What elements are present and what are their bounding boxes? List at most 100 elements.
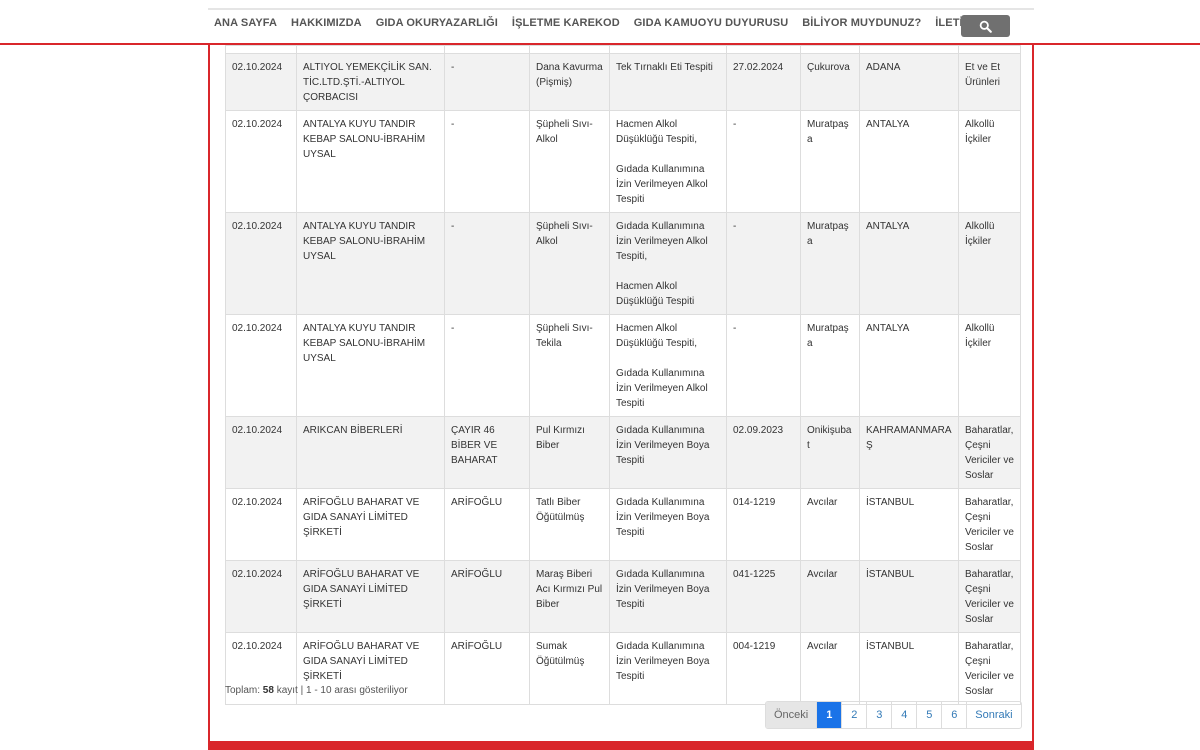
- page-6-button[interactable]: 6: [942, 702, 968, 728]
- cell-issue: Hacmen Alkol Düşüklüğü Tespiti, Gıdada Ku…: [609, 314, 727, 417]
- cell-date: 02.10.2024: [225, 560, 297, 633]
- cell-batch: -: [726, 212, 801, 315]
- pagination: Önceki 1 2 3 4 5 6 Sonraki: [765, 701, 1022, 729]
- cell-group: Et ve Et Ürünleri: [958, 53, 1021, 111]
- cell-brand: ARİFOĞLU: [444, 488, 530, 561]
- cell-group: Baharatlar, Çeşni Vericiler ve Soslar: [958, 560, 1021, 633]
- footer-accent-bar: [208, 741, 1034, 750]
- main-navigation: ANA SAYFA HAKKIMIZDA GIDA OKURYAZARLIĞI …: [208, 8, 1034, 43]
- cell-date: 02.10.2024: [225, 416, 297, 489]
- cell-date: 02.10.2024: [225, 212, 297, 315]
- cell-group: Baharatlar, Çeşni Vericiler ve Soslar: [958, 488, 1021, 561]
- cell-district: Muratpaşa: [800, 212, 860, 315]
- cell-city: ANTALYA: [859, 212, 959, 315]
- cell-brand: ÇAYIR 46 BİBER VE BAHARAT: [444, 416, 530, 489]
- cell-district: Onikişubat: [800, 416, 860, 489]
- cell-product: Tatlı Biber Öğütülmüş: [529, 488, 610, 561]
- table-row: 02.10.2024 ANTALYA KUYU TANDIR KEBAP SALO…: [225, 110, 1021, 213]
- page-2-button[interactable]: 2: [842, 702, 868, 728]
- next-page-button[interactable]: Sonraki: [967, 702, 1020, 728]
- cell-batch: 014-1219: [726, 488, 801, 561]
- table-cell: [800, 45, 860, 54]
- nav-item-hakkimizda[interactable]: HAKKIMIZDA: [291, 17, 362, 29]
- cell-product: Dana Kavurma (Pişmiş): [529, 53, 610, 111]
- cell-group: Alkollü İçkiler: [958, 212, 1021, 315]
- issue-text: Gıdada Kullanımına İzin Verilmeyen Boya …: [616, 425, 710, 466]
- prev-page-button[interactable]: Önceki: [766, 702, 818, 728]
- cell-date: 02.10.2024: [225, 110, 297, 213]
- issue-text: Hacmen Alkol Düşüklüğü Tespiti,: [616, 323, 697, 349]
- table-body: 02.10.2024 ALTIYOL YEMEKÇİLİK SAN. TİC.LT…: [225, 45, 1021, 705]
- cell-company: ALTIYOL YEMEKÇİLİK SAN. TİC.LTD.ŞTİ.-ALT…: [296, 53, 445, 111]
- cell-city: ANTALYA: [859, 110, 959, 213]
- nav-menu: ANA SAYFA HAKKIMIZDA GIDA OKURYAZARLIĞI …: [214, 17, 997, 29]
- record-summary: Toplam: 58 kayıt | 1 - 10 arası gösteril…: [225, 685, 408, 696]
- page-3-button[interactable]: 3: [867, 702, 893, 728]
- search-button[interactable]: [961, 15, 1010, 37]
- cell-brand: -: [444, 212, 530, 315]
- cell-city: İSTANBUL: [859, 560, 959, 633]
- table-row-partial: [225, 45, 1021, 54]
- table-row: 02.10.2024 ALTIYOL YEMEKÇİLİK SAN. TİC.LT…: [225, 53, 1021, 111]
- page-1-button[interactable]: 1: [817, 702, 843, 728]
- cell-product: Maraş Biberi Acı Kırmızı Pul Biber: [529, 560, 610, 633]
- cell-batch: 02.09.2023: [726, 416, 801, 489]
- page-5-button[interactable]: 5: [917, 702, 943, 728]
- table-cell: [225, 45, 297, 54]
- total-suffix: kayıt | 1 - 10 arası gösteriliyor: [276, 685, 408, 696]
- cell-date: 02.10.2024: [225, 53, 297, 111]
- cell-company: ARİFOĞLU BAHARAT VE GIDA SANAYİ LİMİTED …: [296, 560, 445, 633]
- cell-product: Şüpheli Sıvı-Tekila: [529, 314, 610, 417]
- cell-city: ADANA: [859, 53, 959, 111]
- cell-issue: Gıdada Kullanımına İzin Verilmeyen Alkol…: [609, 212, 727, 315]
- issue-text: Gıdada Kullanımına İzin Verilmeyen Alkol…: [616, 164, 708, 205]
- issue-text: Gıdada Kullanımına İzin Verilmeyen Alkol…: [616, 368, 708, 409]
- cell-date: 02.10.2024: [225, 488, 297, 561]
- cell-brand: -: [444, 110, 530, 213]
- nav-item-gida-okuryazarligi[interactable]: GIDA OKURYAZARLIĞI: [376, 17, 498, 29]
- search-icon: [979, 20, 992, 33]
- cell-batch: 041-1225: [726, 560, 801, 633]
- issue-text: Hacmen Alkol Düşüklüğü Tespiti: [616, 281, 695, 307]
- table-cell: [609, 45, 727, 54]
- cell-city: ANTALYA: [859, 314, 959, 417]
- cell-issue: Gıdada Kullanımına İzin Verilmeyen Boya …: [609, 632, 727, 705]
- table-row: 02.10.2024 ANTALYA KUYU TANDIR KEBAP SALO…: [225, 212, 1021, 315]
- announcement-table: 02.10.2024 ALTIYOL YEMEKÇİLİK SAN. TİC.LT…: [225, 45, 1021, 705]
- issue-text: Gıdada Kullanımına İzin Verilmeyen Boya …: [616, 641, 710, 682]
- cell-company: ANTALYA KUYU TANDIR KEBAP SALONU-İBRAHİM…: [296, 314, 445, 417]
- cell-date: 02.10.2024: [225, 314, 297, 417]
- table-cell: [859, 45, 959, 54]
- cell-group: Baharatlar, Çeşni Vericiler ve Soslar: [958, 416, 1021, 489]
- nav-item-ana-sayfa[interactable]: ANA SAYFA: [214, 17, 277, 29]
- cell-district: Avcılar: [800, 560, 860, 633]
- issue-text: Tek Tırnaklı Eti Tespiti: [616, 62, 713, 73]
- table-cell: [529, 45, 610, 54]
- cell-company: ARIKCAN BİBERLERİ: [296, 416, 445, 489]
- page-4-button[interactable]: 4: [892, 702, 918, 728]
- cell-brand: ARİFOĞLU: [444, 560, 530, 633]
- cell-issue: Gıdada Kullanımına İzin Verilmeyen Boya …: [609, 488, 727, 561]
- cell-product: Sumak Öğütülmüş: [529, 632, 610, 705]
- cell-district: Muratpaşa: [800, 314, 860, 417]
- table-row: 02.10.2024 ANTALYA KUYU TANDIR KEBAP SALO…: [225, 314, 1021, 417]
- nav-item-gida-kamuoyu-duyurusu[interactable]: GIDA KAMUOYU DUYURUSU: [634, 17, 788, 29]
- nav-item-biliyor-muydunuz[interactable]: BİLİYOR MUYDUNUZ?: [802, 17, 921, 29]
- table-cell: [726, 45, 801, 54]
- cell-batch: 27.02.2024: [726, 53, 801, 111]
- table-cell: [296, 45, 445, 54]
- cell-company: ANTALYA KUYU TANDIR KEBAP SALONU-İBRAHİM…: [296, 110, 445, 213]
- cell-product: Şüpheli Sıvı-Alkol: [529, 212, 610, 315]
- issue-text: Gıdada Kullanımına İzin Verilmeyen Boya …: [616, 497, 710, 538]
- issue-text: Hacmen Alkol Düşüklüğü Tespiti,: [616, 119, 697, 145]
- nav-item-isletme-karekod[interactable]: İŞLETME KAREKOD: [512, 17, 620, 29]
- cell-company: ARİFOĞLU BAHARAT VE GIDA SANAYİ LİMİTED …: [296, 488, 445, 561]
- cell-brand: ARİFOĞLU: [444, 632, 530, 705]
- cell-issue: Gıdada Kullanımına İzin Verilmeyen Boya …: [609, 416, 727, 489]
- cell-issue: Tek Tırnaklı Eti Tespiti: [609, 53, 727, 111]
- cell-batch: 004-1219: [726, 632, 801, 705]
- total-label: Toplam:: [225, 685, 261, 696]
- cell-company: ANTALYA KUYU TANDIR KEBAP SALONU-İBRAHİM…: [296, 212, 445, 315]
- cell-issue: Gıdada Kullanımına İzin Verilmeyen Boya …: [609, 560, 727, 633]
- content-panel: 02.10.2024 ALTIYOL YEMEKÇİLİK SAN. TİC.LT…: [208, 45, 1034, 750]
